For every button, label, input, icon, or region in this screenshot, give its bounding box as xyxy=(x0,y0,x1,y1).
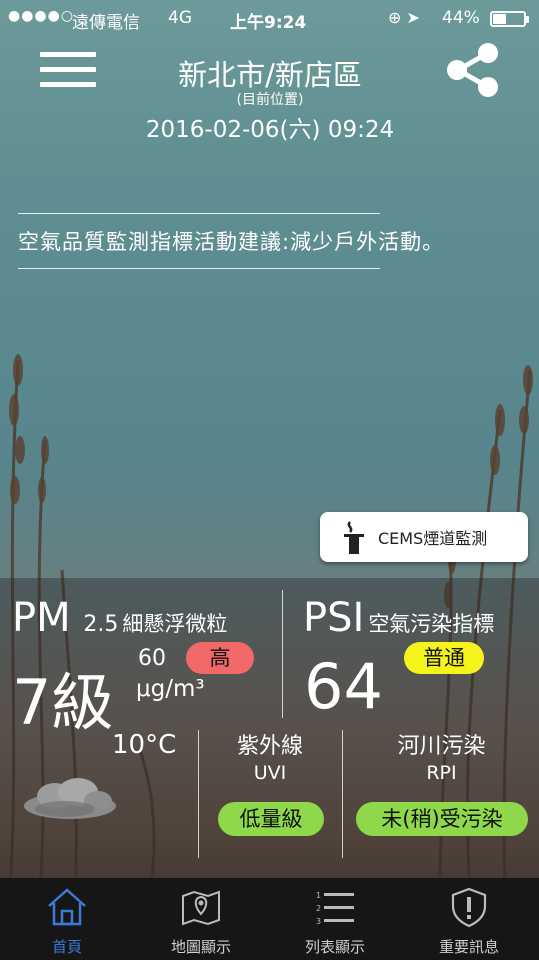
rpi-title: 河川污染 xyxy=(397,734,486,759)
pm25-status-badge: 高 xyxy=(186,642,254,674)
tab-map[interactable]: 地圖顯示 xyxy=(134,878,268,960)
pm25-level: 7級 xyxy=(12,666,114,739)
rpi-status-badge: 未(稍)受污染 xyxy=(356,802,528,836)
shield-alert-icon xyxy=(451,887,487,928)
rpi-divider xyxy=(342,730,343,858)
pm25-unit: μg/m³ xyxy=(136,676,205,702)
tab-notices[interactable]: 重要訊息 xyxy=(402,878,536,960)
tab-notices-label: 重要訊息 xyxy=(438,938,499,956)
tab-list-label: 列表顯示 xyxy=(304,938,365,956)
tab-home-label: 首頁 xyxy=(51,938,82,956)
cems-button[interactable]: CEMS煙道監測 xyxy=(320,512,528,562)
psi-title: PSI 空氣污染指標 xyxy=(303,595,495,641)
share-icon[interactable] xyxy=(442,40,502,100)
signal-strength: ●●●●○ xyxy=(8,8,75,24)
list-icon: 1 2 3 xyxy=(316,891,354,926)
battery-icon xyxy=(490,11,529,27)
chimney-icon xyxy=(344,521,364,554)
rpi-sub: RPI xyxy=(426,762,457,784)
date-time: 2016-02-06(六) 09:24 xyxy=(145,117,395,143)
advice-divider-top xyxy=(18,213,380,214)
hamburger-menu-icon[interactable] xyxy=(40,50,96,90)
svg-text:3: 3 xyxy=(316,917,321,926)
status-time: 上午9:24 xyxy=(230,13,307,33)
psi-status-badge: 普通 xyxy=(404,642,484,674)
pm25-value: 60 xyxy=(138,646,166,671)
advice-divider-bottom xyxy=(18,268,380,269)
activity-advice: 空氣品質監測指標活動建議:減少戶外活動。 xyxy=(18,230,445,254)
lock-location-icons: ⊕ ➤ xyxy=(388,8,420,27)
location-title: 新北市/新店區 xyxy=(178,58,362,92)
tab-bar: 首頁 地圖顯示 1 2 3 列表顯示 重要訊息 xyxy=(0,878,539,960)
tab-home[interactable]: 首頁 xyxy=(0,878,134,960)
cloud-icon xyxy=(24,778,116,819)
status-bar: ●●●●○ 遠傳電信 4G 上午9:24 ⊕ ➤ 44% xyxy=(0,0,539,38)
svg-text:1: 1 xyxy=(316,891,321,900)
tab-map-label: 地圖顯示 xyxy=(170,938,231,956)
network-type: 4G xyxy=(168,8,192,28)
tab-list[interactable]: 1 2 3 列表顯示 xyxy=(268,878,402,960)
location-note: (目前位置) xyxy=(236,92,304,108)
svg-text:2: 2 xyxy=(316,904,321,913)
temperature: 10°C xyxy=(112,730,177,760)
panel-divider xyxy=(282,590,283,718)
pm25-title: PM 2.5 細懸浮微粒 xyxy=(12,595,228,641)
uvi-sub: UVI xyxy=(253,762,287,784)
uvi-status-badge: 低量級 xyxy=(218,802,324,836)
battery-percent: 44% xyxy=(442,8,480,28)
map-icon xyxy=(182,890,220,926)
uvi-title: 紫外線 xyxy=(236,734,303,759)
cems-label: CEMS煙道監測 xyxy=(378,529,488,548)
uvi-divider xyxy=(198,730,199,858)
psi-value: 64 xyxy=(304,650,383,723)
carrier-name: 遠傳電信 xyxy=(72,13,140,33)
home-icon xyxy=(48,888,86,926)
